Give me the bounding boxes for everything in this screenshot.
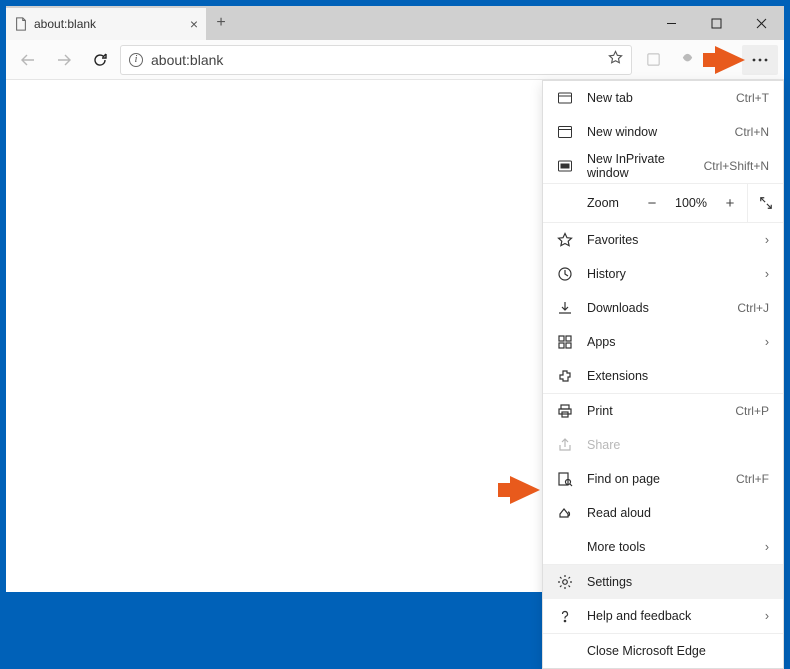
extensions-icon	[557, 368, 573, 384]
menu-label: More tools	[587, 540, 751, 554]
tab-title: about:blank	[34, 17, 96, 31]
menu-label: Apps	[587, 335, 751, 349]
tab-about-blank[interactable]: about:blank ×	[6, 8, 206, 40]
menu-new-window[interactable]: New window Ctrl+N	[543, 115, 783, 149]
menu-read-aloud[interactable]: Read aloud	[543, 496, 783, 530]
close-window-button[interactable]	[739, 6, 784, 40]
menu-label: Close Microsoft Edge	[587, 644, 769, 658]
menu-more-tools[interactable]: More tools ›	[543, 530, 783, 564]
menu-label: Print	[587, 404, 721, 418]
settings-icon	[557, 574, 573, 590]
menu-label: Read aloud	[587, 506, 769, 520]
menu-label: New window	[587, 125, 721, 139]
chevron-right-icon: ›	[765, 609, 769, 623]
fullscreen-button[interactable]	[747, 184, 783, 222]
new-tab-button[interactable]: +	[206, 6, 236, 40]
browser-window: about:blank × + i	[6, 6, 784, 592]
menu-print[interactable]: Print Ctrl+P	[543, 394, 783, 428]
menu-label: Share	[587, 438, 769, 452]
annotation-arrow-settings	[510, 476, 540, 504]
downloads-icon	[557, 300, 573, 316]
read-aloud-icon	[557, 505, 573, 521]
zoom-label: Zoom	[543, 196, 635, 210]
menu-favorites[interactable]: Favorites ›	[543, 223, 783, 257]
chevron-right-icon: ›	[765, 540, 769, 554]
new-window-icon	[557, 124, 573, 140]
refresh-button[interactable]	[84, 44, 116, 76]
address-bar[interactable]: i	[120, 45, 632, 75]
history-icon	[557, 266, 573, 282]
menu-settings[interactable]: Settings	[543, 565, 783, 599]
favorite-star-icon[interactable]	[608, 50, 623, 70]
menu-find[interactable]: Find on page Ctrl+F	[543, 462, 783, 496]
zoom-out-button[interactable]: −	[635, 195, 669, 212]
address-input[interactable]	[151, 52, 600, 68]
menu-close-edge[interactable]: Close Microsoft Edge	[543, 634, 783, 668]
menu-label: Favorites	[587, 233, 751, 247]
menu-shortcut: Ctrl+N	[735, 125, 769, 139]
menu-label: Find on page	[587, 472, 722, 486]
ext-icon-2[interactable]	[672, 45, 702, 75]
site-info-icon[interactable]: i	[129, 53, 143, 67]
menu-shortcut: Ctrl+Shift+N	[704, 159, 769, 173]
help-icon	[557, 608, 573, 624]
chevron-right-icon: ›	[765, 335, 769, 349]
menu-shortcut: Ctrl+T	[736, 91, 769, 105]
minimize-button[interactable]	[649, 6, 694, 40]
titlebar: about:blank × +	[6, 6, 784, 40]
page-icon	[14, 17, 28, 31]
find-icon	[557, 471, 573, 487]
page-content: New tab Ctrl+T New window Ctrl+N New InP…	[6, 80, 784, 592]
menu-extensions[interactable]: Extensions	[543, 359, 783, 393]
menu-shortcut: Ctrl+J	[737, 301, 769, 315]
menu-new-tab[interactable]: New tab Ctrl+T	[543, 81, 783, 115]
menu-share: Share	[543, 428, 783, 462]
favorites-icon	[557, 232, 573, 248]
forward-button[interactable]	[48, 44, 80, 76]
inprivate-icon	[557, 158, 573, 174]
more-menu-button[interactable]	[742, 45, 778, 75]
zoom-in-button[interactable]: +	[713, 195, 747, 212]
toolbar: i	[6, 40, 784, 80]
new-tab-icon	[557, 90, 573, 106]
menu-downloads[interactable]: Downloads Ctrl+J	[543, 291, 783, 325]
menu-label: New tab	[587, 91, 722, 105]
window-controls	[649, 6, 784, 40]
menu-label: New InPrivate window	[587, 152, 690, 180]
apps-icon	[557, 334, 573, 350]
print-icon	[557, 403, 573, 419]
chevron-right-icon: ›	[765, 267, 769, 281]
back-button[interactable]	[12, 44, 44, 76]
menu-history[interactable]: History ›	[543, 257, 783, 291]
menu-label: Help and feedback	[587, 609, 751, 623]
menu-label: Settings	[587, 575, 769, 589]
annotation-arrow-more	[715, 46, 745, 74]
share-icon	[557, 437, 573, 453]
menu-label: History	[587, 267, 751, 281]
menu-shortcut: Ctrl+P	[735, 404, 769, 418]
menu-inprivate[interactable]: New InPrivate window Ctrl+Shift+N	[543, 149, 783, 183]
ext-icon-1[interactable]	[638, 45, 668, 75]
menu-apps[interactable]: Apps ›	[543, 325, 783, 359]
menu-zoom-row: Zoom − 100% +	[543, 184, 783, 222]
tab-close-button[interactable]: ×	[190, 16, 198, 32]
maximize-button[interactable]	[694, 6, 739, 40]
chevron-right-icon: ›	[765, 233, 769, 247]
menu-label: Downloads	[587, 301, 723, 315]
more-menu: New tab Ctrl+T New window Ctrl+N New InP…	[542, 80, 784, 669]
menu-label: Extensions	[587, 369, 769, 383]
menu-help[interactable]: Help and feedback ›	[543, 599, 783, 633]
menu-shortcut: Ctrl+F	[736, 472, 769, 486]
zoom-percent: 100%	[669, 196, 713, 210]
